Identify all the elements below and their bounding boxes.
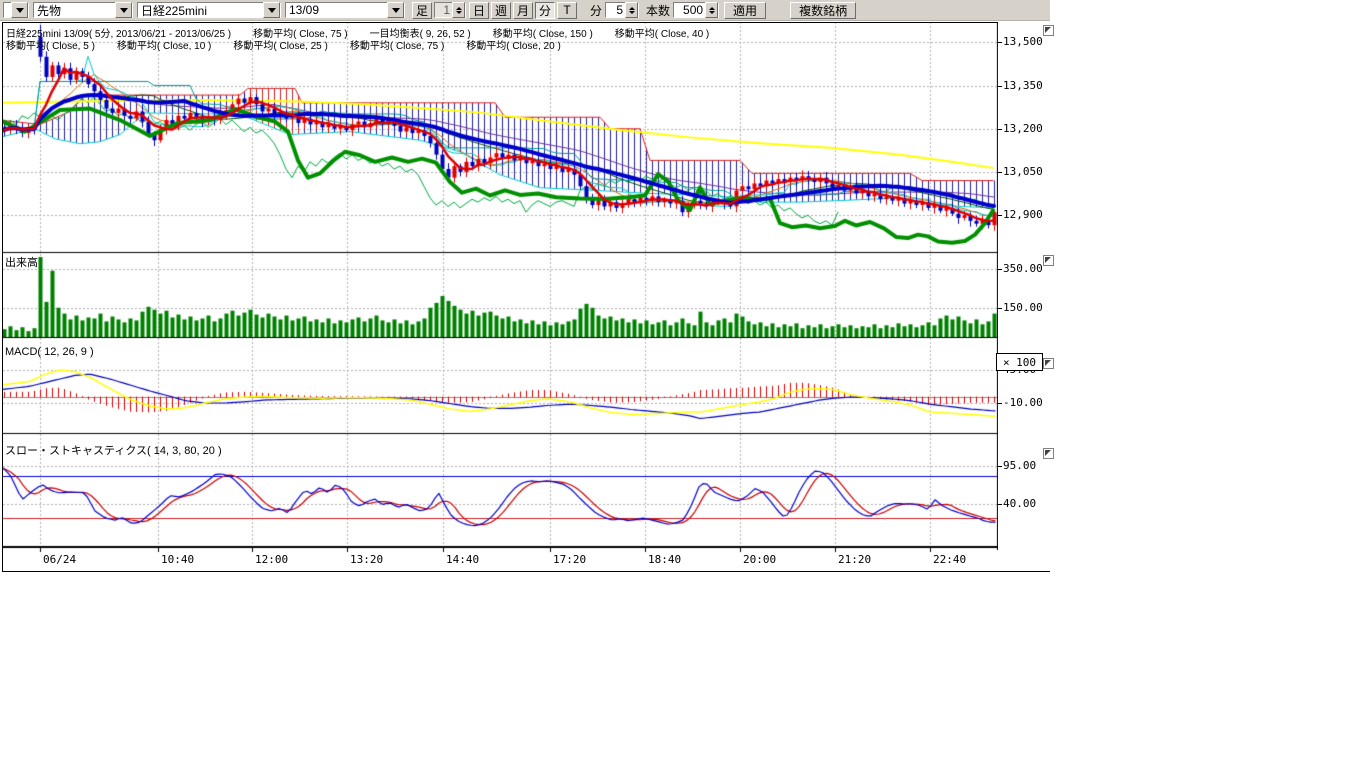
ashi-interval-spinner[interactable]: 1 [434, 2, 466, 18]
stoch-panel-collapse-button[interactable] [1043, 448, 1054, 459]
chart-top-border [2, 22, 998, 23]
stoch-axis-tick [997, 466, 1002, 467]
indicator-label-r2-0: 移動平均( Close, 5 ) [6, 41, 95, 52]
indicator-label-r2-3: 移動平均( Close, 75 ) [350, 41, 444, 52]
mini-dropdown-arrow-icon[interactable] [11, 2, 28, 18]
period-tick-button[interactable]: T [557, 2, 577, 19]
volume-panel-collapse-button[interactable] [1043, 255, 1054, 266]
time-axis-label: 13:20 [350, 553, 383, 566]
macd-panel-collapse-button[interactable] [1043, 358, 1054, 369]
minute-value-spinner[interactable]: 5 [605, 2, 639, 18]
contract-month-arrow-icon[interactable] [387, 2, 404, 18]
ashi-interval-spin-icon[interactable] [452, 2, 465, 18]
period-month-button[interactable]: 月 [513, 2, 533, 19]
stoch-panel-label: スロー・ストキャスティクス( 14, 3, 80, 20 ) [5, 442, 222, 458]
minute-spin-icon[interactable] [625, 2, 638, 18]
time-axis-label: 18:40 [648, 553, 681, 566]
time-axis-label: 14:40 [446, 553, 479, 566]
indicator-header-row2: 移動平均( Close, 5 ) 移動平均( Close, 10 ) 移動平均( C… [6, 37, 583, 52]
price-axis-tick [997, 172, 1002, 173]
period-week-button[interactable]: 週 [491, 2, 511, 19]
bar-count-label: 本数 [643, 2, 673, 19]
stoch-axis-label: 40.00 [1003, 497, 1036, 510]
main-panel-collapse-button[interactable] [1043, 25, 1054, 36]
time-axis-label: 20:00 [743, 553, 776, 566]
price-axis-tick [997, 86, 1002, 87]
chart-bottom-border [2, 571, 1050, 572]
indicator-label-r2-1: 移動平均( Close, 10 ) [117, 41, 211, 52]
time-axis-label: 17:20 [553, 553, 586, 566]
mini-dropdown[interactable] [3, 2, 29, 18]
toolbar: 先物 日経225mini 13/09 足 1 日 週 月 分 T 分 5 本数 … [0, 0, 1050, 21]
price-axis-tick [997, 42, 1002, 43]
instrument-type-dropdown[interactable]: 先物 [33, 2, 133, 18]
minute-value: 5 [606, 3, 625, 17]
macd-axis-tick [997, 403, 1002, 404]
time-axis-label: 21:20 [838, 553, 871, 566]
price-axis-label: 13,350 [1003, 79, 1043, 92]
ashi-interval-value: 1 [435, 3, 452, 17]
macd-panel-label: MACD( 12, 26, 9 ) [5, 346, 94, 358]
period-day-button[interactable]: 日 [469, 2, 489, 19]
apply-button[interactable]: 適用 [724, 2, 766, 19]
period-minute-button[interactable]: 分 [535, 2, 555, 19]
price-chart-canvas[interactable] [3, 22, 998, 572]
price-axis-label: 13,500 [1003, 35, 1043, 48]
bar-count-value: 500 [674, 3, 705, 17]
bar-count-spin-icon[interactable] [705, 2, 718, 18]
time-axis-label: 22:40 [933, 553, 966, 566]
instrument-type-arrow-icon[interactable] [115, 2, 132, 18]
price-axis-label: 13,050 [1003, 165, 1043, 178]
volume-axis-tick [997, 308, 1002, 309]
stoch-axis-label: 95.00 [1003, 459, 1036, 472]
indicator-label-r2-4: 移動平均( Close, 20 ) [466, 41, 560, 52]
time-axis-label: 06/24 [43, 553, 76, 566]
price-axis-tick [997, 215, 1002, 216]
price-axis-label: 12,900 [1003, 208, 1043, 221]
symbol-arrow-icon[interactable] [263, 2, 280, 18]
ashi-label: 足 [412, 2, 432, 19]
bar-count-spinner[interactable]: 500 [673, 2, 719, 18]
volume-panel-label: 出来高 [5, 254, 38, 270]
chart-area: 日経225mini 13/09( 5分, 2013/06/21 - 2013/0… [0, 22, 1366, 573]
symbol-dropdown[interactable]: 日経225mini [137, 2, 281, 18]
volume-multiplier-badge: × 100 [996, 353, 1043, 371]
volume-axis-label: 350.00 [1003, 262, 1043, 275]
contract-month-dropdown[interactable]: 13/09 [285, 2, 405, 18]
indicator-label-r2-2: 移動平均( Close, 25 ) [233, 41, 327, 52]
stoch-axis-tick [997, 504, 1002, 505]
multi-symbol-button[interactable]: 複数銘柄 [790, 2, 856, 19]
indicator-label-r1-4: 移動平均( Close, 40 ) [615, 29, 709, 40]
macd-axis-label: -10.00 [1003, 396, 1043, 409]
instrument-type-value: 先物 [34, 2, 115, 19]
chart-left-border [2, 22, 3, 572]
trading-chart-app: 先物 日経225mini 13/09 足 1 日 週 月 分 T 分 5 本数 … [0, 0, 1366, 768]
time-axis-label: 12:00 [255, 553, 288, 566]
price-axis-tick [997, 129, 1002, 130]
symbol-value: 日経225mini [138, 2, 263, 19]
minute-unit-label: 分 [587, 2, 605, 19]
volume-axis-tick [997, 269, 1002, 270]
price-axis-label: 13,200 [1003, 122, 1043, 135]
volume-axis-label: 150.00 [1003, 301, 1043, 314]
time-axis-label: 10:40 [161, 553, 194, 566]
contract-month-value: 13/09 [286, 3, 387, 17]
